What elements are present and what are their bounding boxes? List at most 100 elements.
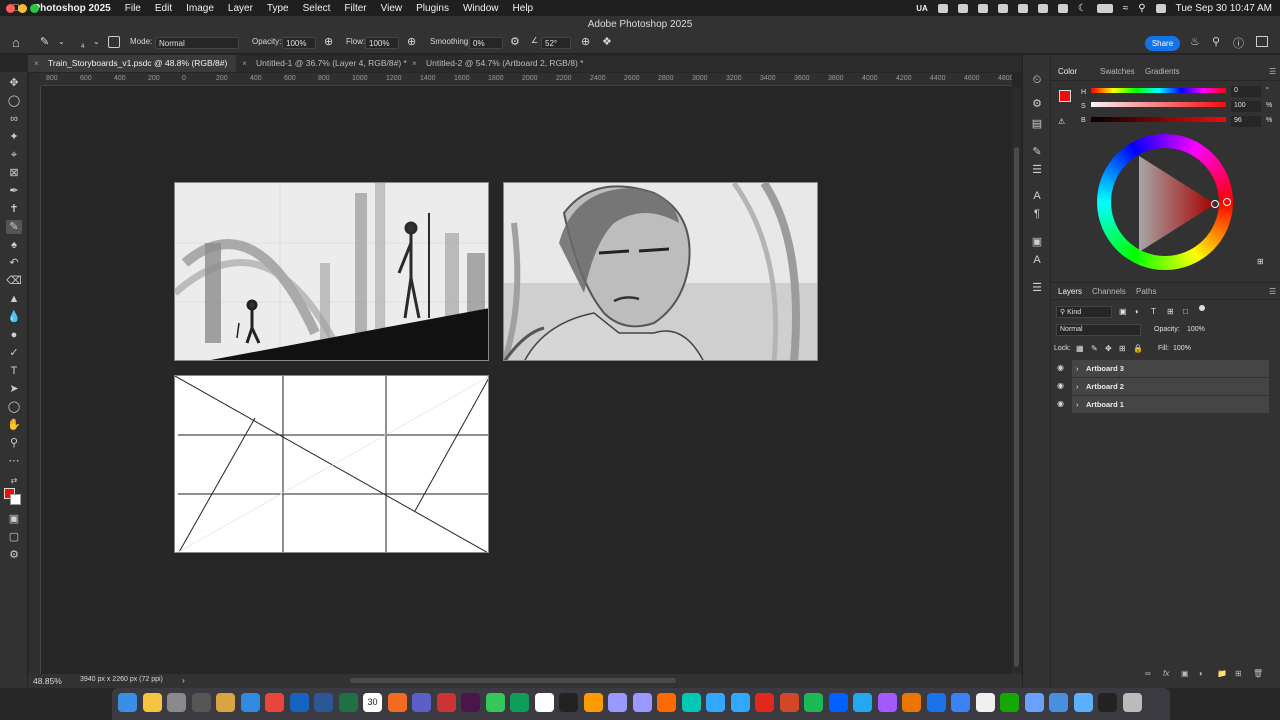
s-value-field[interactable]: 100	[1231, 101, 1261, 112]
new-layer-icon[interactable]: ⊞	[1235, 669, 1242, 678]
dock-notion-icon[interactable]	[534, 693, 554, 712]
tab-channels[interactable]: Channels	[1092, 287, 1126, 296]
visibility-eye-icon[interactable]: ◉	[1057, 363, 1064, 372]
pen-tool-icon[interactable]: ✓	[6, 346, 22, 360]
panel-menu-icon[interactable]: ☰	[1269, 67, 1276, 76]
dock-slack-icon[interactable]	[461, 693, 480, 712]
dock-downloads-icon[interactable]	[1073, 693, 1093, 712]
history-brush-tool-icon[interactable]: ↶	[6, 256, 22, 270]
properties-panel-icon[interactable]: ☰	[1029, 281, 1045, 295]
dock-notes-icon[interactable]	[142, 693, 162, 712]
dock-writer-icon[interactable]	[926, 693, 946, 712]
scroll-thumb[interactable]	[1014, 147, 1019, 667]
opacity-field[interactable]: 100%	[282, 37, 316, 49]
adjustments-panel-icon[interactable]: ⚙	[1029, 97, 1045, 111]
blur-tool-icon[interactable]: 💧	[6, 310, 22, 324]
lasso-tool-icon[interactable]: ∞	[6, 112, 22, 126]
filter-toggle-icon[interactable]	[1199, 305, 1205, 311]
menu-filter[interactable]: Filter	[337, 3, 373, 14]
quick-mask-icon[interactable]: ▣	[6, 512, 22, 526]
menu-plugins[interactable]: Plugins	[409, 3, 456, 14]
input-source-indicator[interactable]: UA	[916, 4, 928, 13]
layer-opacity-field[interactable]: 100%	[1187, 326, 1205, 333]
new-group-icon[interactable]: 📁	[1217, 669, 1227, 678]
dock-terminal-icon[interactable]	[1098, 693, 1117, 712]
dock-animate-icon[interactable]	[657, 693, 676, 712]
lock-image-icon[interactable]: ✎	[1091, 344, 1098, 353]
layer-style-icon[interactable]: fx	[1163, 669, 1169, 678]
filter-adjustment-icon[interactable]: ◐	[1135, 307, 1140, 316]
tab-layers[interactable]: Layers	[1058, 287, 1082, 296]
layer-artboard-2[interactable]: › Artboard 2	[1072, 378, 1269, 395]
dock-folder-icon[interactable]	[1049, 693, 1068, 712]
chevron-right-icon[interactable]: ›	[1076, 360, 1079, 377]
eraser-tool-icon[interactable]: ⌫	[6, 274, 22, 288]
brightness-slider[interactable]	[1091, 117, 1226, 122]
layer-artboard-1[interactable]: › Artboard 1	[1072, 396, 1269, 413]
close-tab-icon[interactable]: ×	[242, 55, 247, 72]
lock-transparent-icon[interactable]: ▦	[1076, 344, 1084, 353]
play-icon[interactable]	[1057, 3, 1068, 13]
dock-chrome-icon[interactable]	[265, 693, 284, 712]
libraries-panel-icon[interactable]: ▤	[1029, 117, 1045, 131]
tab-color[interactable]: Color	[1058, 67, 1077, 76]
b-value-field[interactable]: 96	[1231, 116, 1261, 127]
lock-artboard-icon[interactable]: ⊞	[1119, 344, 1126, 353]
color-foreground-swatch[interactable]	[1059, 90, 1071, 102]
dock-excel-icon[interactable]	[338, 693, 358, 712]
dock-settings-icon[interactable]	[167, 693, 186, 712]
vertical-scrollbar[interactable]	[1012, 87, 1021, 674]
chevron-right-icon[interactable]: ›	[1076, 396, 1079, 413]
minimize-window-button[interactable]	[18, 4, 27, 13]
edit-toolbar-icon[interactable]: ⚙	[6, 548, 22, 562]
paint-bucket-tool-icon[interactable]: ▲	[6, 292, 22, 306]
dock-spotify-icon[interactable]	[804, 693, 823, 712]
stamp-tool-icon[interactable]: ♠	[6, 238, 22, 252]
brushes-panel-icon[interactable]: ✎	[1029, 145, 1045, 159]
app-menu[interactable]: Photoshop 2025	[27, 3, 118, 14]
hand-tool-icon[interactable]: ✋	[6, 418, 22, 432]
color-wheel[interactable]	[1097, 134, 1233, 270]
link-layers-icon[interactable]: ∞	[1145, 669, 1151, 678]
menubar-clock[interactable]: Tue Sep 30 10:47 AM	[1176, 3, 1272, 14]
dock-pencil-icon[interactable]	[216, 693, 235, 712]
bell-icon[interactable]: ♨	[1190, 35, 1200, 48]
lock-position-icon[interactable]: ✥	[1105, 344, 1112, 353]
smoothing-field[interactable]: 0%	[469, 37, 503, 49]
menu-window[interactable]: Window	[456, 3, 506, 14]
filter-shape-icon[interactable]: ⊞	[1167, 307, 1174, 316]
visibility-eye-icon[interactable]: ◉	[1057, 399, 1064, 408]
dock-teams-icon[interactable]	[412, 693, 431, 712]
clone-source-panel-icon[interactable]: ▣	[1029, 235, 1045, 249]
filter-type-icon[interactable]: T	[1151, 307, 1156, 316]
dock-blender-icon[interactable]	[902, 693, 921, 712]
dock-scrivener-icon[interactable]	[436, 693, 456, 712]
dock-finder-icon[interactable]	[118, 693, 137, 712]
move-tool-icon[interactable]: ✥	[6, 76, 22, 90]
document-canvas[interactable]	[42, 87, 1010, 674]
dock-calendar-icon[interactable]: 30	[363, 693, 382, 712]
menu-help[interactable]: Help	[506, 3, 541, 14]
home-icon[interactable]: ⌂	[12, 35, 20, 50]
dock-live-icon[interactable]	[559, 693, 578, 712]
tab-train-storyboards[interactable]: × Train_Storyboards_v1.psdc @ 48.8% (RGB…	[28, 55, 236, 72]
pressure-opacity-icon[interactable]: ⊕	[324, 35, 333, 48]
more-tools-icon[interactable]: ⋯	[6, 454, 22, 468]
brush-settings-icon[interactable]	[108, 36, 120, 48]
mode-select[interactable]: Normal	[155, 37, 239, 49]
menu-extra-icon[interactable]	[997, 3, 1008, 13]
visibility-eye-icon[interactable]: ◉	[1057, 381, 1064, 390]
dock-outlook-icon[interactable]	[289, 693, 309, 712]
menu-type[interactable]: Type	[260, 3, 296, 14]
dock-harvest-icon[interactable]	[387, 693, 407, 712]
menu-view[interactable]: View	[374, 3, 410, 14]
dock-illustrator-icon[interactable]	[583, 693, 603, 712]
brush-tool-icon[interactable]: ✎	[40, 35, 49, 48]
menu-extra-icon[interactable]	[937, 3, 948, 13]
horizontal-scroll-thumb[interactable]	[350, 678, 676, 683]
filter-pixel-icon[interactable]: ▣	[1119, 307, 1127, 316]
dock-word-icon[interactable]	[314, 693, 333, 712]
menu-image[interactable]: Image	[179, 3, 221, 14]
history-panel-icon[interactable]: ⏲	[1029, 73, 1045, 87]
eyedropper-tool-icon[interactable]: ✒	[6, 184, 22, 198]
